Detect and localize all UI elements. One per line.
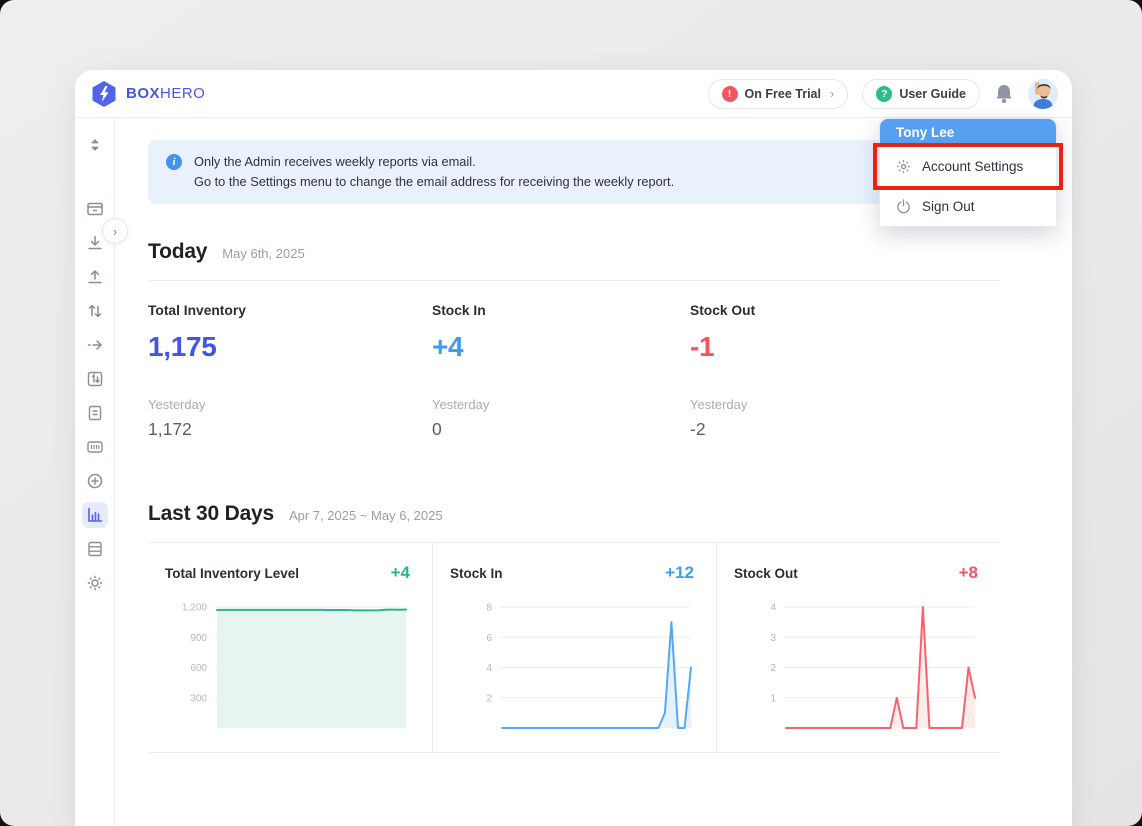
brand-name: BOXHERO (126, 85, 205, 102)
divider (148, 280, 1000, 281)
svg-text:2: 2 (770, 663, 776, 674)
trial-alert-icon: ! (722, 86, 738, 102)
notification-bell-icon[interactable] (994, 83, 1014, 105)
menu-item-label: Sign Out (922, 199, 975, 214)
banner-line2: Go to the Settings menu to change the em… (194, 172, 674, 192)
user-dropdown-menu: Tony Lee Account Settings Sign (879, 118, 1057, 227)
chart-title: Stock In (450, 566, 503, 581)
last30-charts: Total Inventory Level +4 1,200900600300 … (148, 542, 1000, 753)
today-title: Today (148, 240, 207, 264)
user-avatar[interactable] (1028, 79, 1058, 109)
yesterday-label: Yesterday (148, 397, 432, 412)
boxhero-logo[interactable]: BOXHERO (91, 80, 205, 108)
sidebar-item-move-icon[interactable] (82, 332, 108, 358)
dropdown-user-name: Tony Lee (880, 119, 1056, 146)
boxhero-hexagon-icon (91, 80, 117, 108)
stat-label: Stock Out (690, 303, 1000, 318)
chart-stock-in: Stock In +12 8 6 4 2 (432, 543, 716, 752)
last30-range: Apr 7, 2025 ~ May 6, 2025 (289, 508, 443, 523)
sidebar-item-settings-icon[interactable] (82, 570, 108, 596)
yesterday-value: 0 (432, 419, 690, 440)
avatar-memoji-icon (1028, 79, 1058, 109)
area-chart: 1,200 900 600 300 (165, 595, 410, 735)
last30-title: Last 30 Days (148, 502, 274, 526)
area-chart: 4 3 2 1 (734, 595, 979, 735)
menu-item-sign-out[interactable]: Sign Out (880, 186, 1056, 226)
app-header: BOXHERO ! On Free Trial › ? User Guide (75, 70, 1072, 118)
sidebar-item-purchase-icon[interactable] (82, 468, 108, 494)
sidebar-item-adjust-icon[interactable] (82, 298, 108, 324)
sidebar-item-transactions-icon[interactable] (82, 400, 108, 426)
sidebar-item-data-icon[interactable] (82, 536, 108, 562)
today-date: May 6th, 2025 (222, 246, 304, 261)
gear-icon (896, 159, 911, 174)
power-icon (896, 199, 911, 214)
chart-stock-out: Stock Out +8 4 3 2 1 (716, 543, 1000, 752)
sidebar: › (75, 118, 115, 825)
desktop-background: BOXHERO ! On Free Trial › ? User Guide (0, 0, 1142, 826)
banner-line1: Only the Admin receives weekly reports v… (194, 152, 674, 172)
info-icon: i (166, 154, 182, 170)
menu-item-account-settings[interactable]: Account Settings (880, 146, 1056, 186)
chart-total-inventory-level: Total Inventory Level +4 1,200 900 600 300 (148, 543, 432, 752)
svg-text:1: 1 (770, 693, 776, 704)
stat-total-inventory: Total Inventory 1,175 Yesterday 1,172 (148, 303, 432, 440)
sidebar-item-analytics-icon[interactable] (82, 502, 108, 528)
chart-title: Total Inventory Level (165, 566, 299, 581)
svg-text:3: 3 (770, 632, 776, 643)
yesterday-value: 1,172 (148, 419, 432, 440)
svg-text:6: 6 (486, 632, 492, 643)
sidebar-item-inventory-count-icon[interactable] (82, 366, 108, 392)
sidebar-item-stock-out-icon[interactable] (82, 264, 108, 290)
svg-text:900: 900 (190, 632, 207, 643)
svg-text:300: 300 (190, 693, 207, 704)
user-guide-label: User Guide (899, 87, 966, 101)
info-banner: i Only the Admin receives weekly reports… (148, 140, 1000, 204)
svg-text:2: 2 (486, 693, 492, 704)
workspace-selector-icon[interactable] (82, 132, 108, 158)
stat-stock-out: Stock Out -1 Yesterday -2 (690, 303, 1000, 440)
stat-label: Stock In (432, 303, 690, 318)
yesterday-label: Yesterday (690, 397, 1000, 412)
chevron-right-icon: › (113, 224, 117, 239)
svg-text:1,200: 1,200 (182, 602, 207, 613)
chart-delta: +8 (959, 563, 978, 583)
sidebar-expand-button[interactable]: › (102, 218, 128, 244)
boxhero-app-window: BOXHERO ! On Free Trial › ? User Guide (75, 70, 1072, 826)
svg-text:600: 600 (190, 663, 207, 674)
today-stats: Total Inventory 1,175 Yesterday 1,172 St… (148, 303, 1000, 440)
stat-label: Total Inventory (148, 303, 432, 318)
chevron-right-icon: › (830, 86, 834, 101)
chart-delta: +4 (391, 563, 410, 583)
sidebar-item-items-box-icon[interactable] (82, 196, 108, 222)
svg-text:4: 4 (770, 602, 776, 613)
trial-label: On Free Trial (745, 87, 821, 101)
stat-value: -1 (690, 331, 1000, 363)
svg-text:4: 4 (486, 663, 492, 674)
yesterday-value: -2 (690, 419, 1000, 440)
stat-value: +4 (432, 331, 690, 363)
chart-title: Stock Out (734, 566, 798, 581)
sidebar-item-barcode-icon[interactable] (82, 434, 108, 460)
stat-stock-in: Stock In +4 Yesterday 0 (432, 303, 690, 440)
user-guide-button[interactable]: ? User Guide (862, 79, 980, 109)
menu-item-label: Account Settings (922, 159, 1023, 174)
area-chart: 8 6 4 2 (450, 595, 695, 735)
svg-text:8: 8 (486, 602, 492, 613)
question-icon: ? (876, 86, 892, 102)
chart-delta: +12 (665, 563, 694, 583)
yesterday-label: Yesterday (432, 397, 690, 412)
stat-value: 1,175 (148, 331, 432, 363)
free-trial-button[interactable]: ! On Free Trial › (708, 79, 849, 109)
